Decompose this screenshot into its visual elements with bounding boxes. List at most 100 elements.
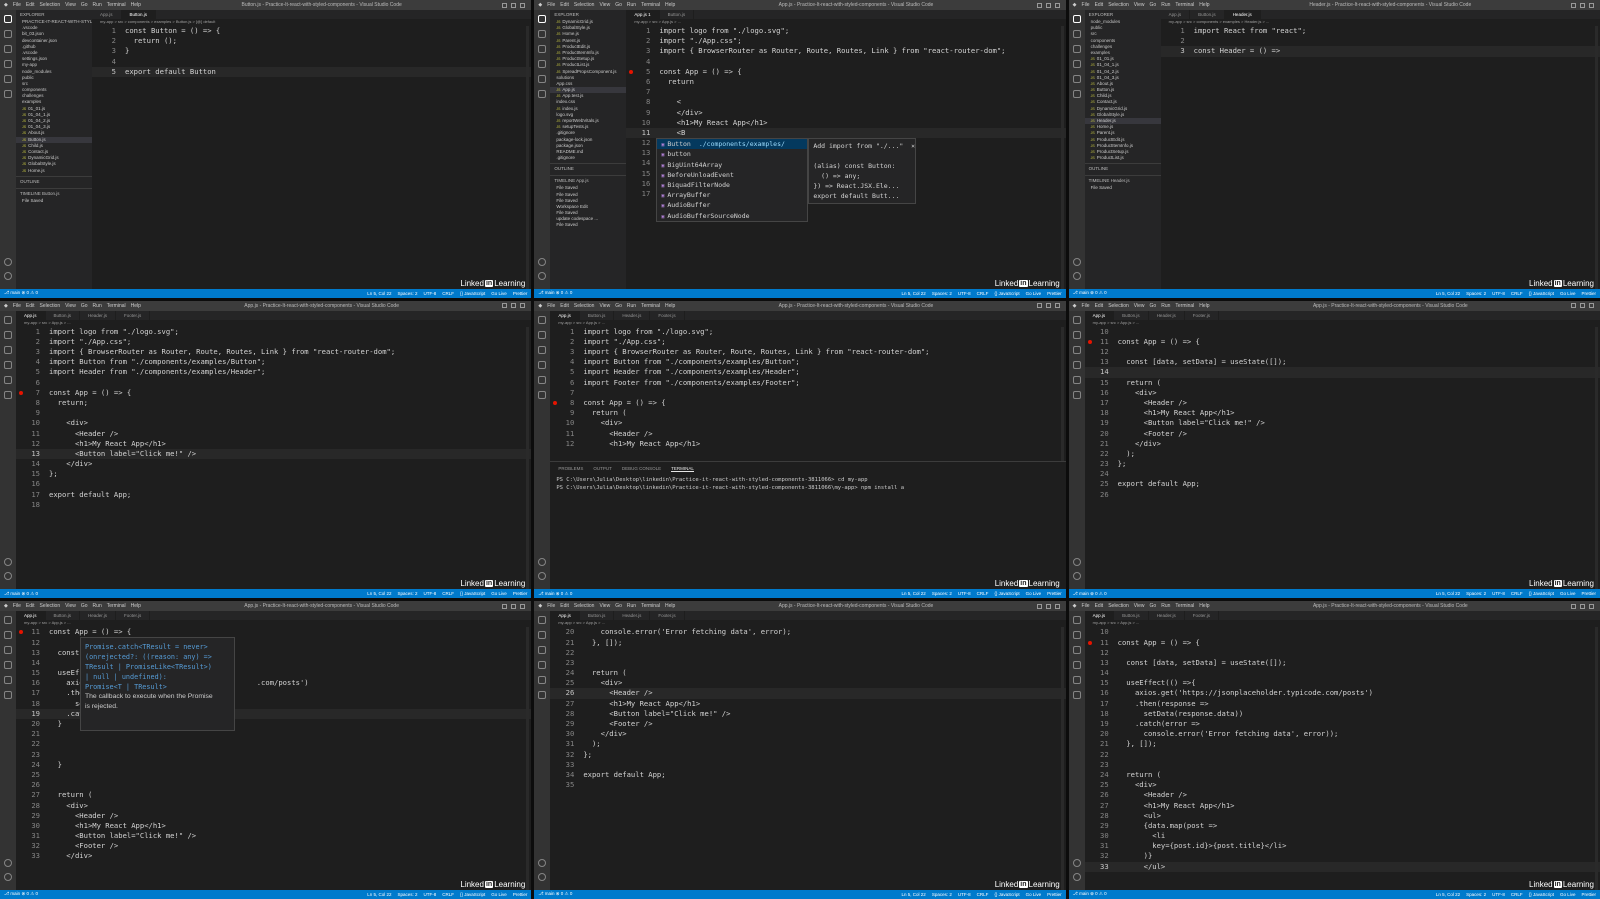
menu-item-file[interactable]: File xyxy=(1082,303,1090,309)
status-item[interactable]: UTF-8 xyxy=(1492,892,1505,897)
extensions-icon[interactable] xyxy=(4,676,12,685)
timeline-item[interactable]: File Saved xyxy=(550,222,626,228)
status-item[interactable]: {} JavaScript xyxy=(1529,591,1554,596)
menu-item-edit[interactable]: Edit xyxy=(1095,2,1104,8)
minimize-icon[interactable] xyxy=(1036,603,1042,609)
status-item[interactable]: Spaces: 2 xyxy=(1466,591,1486,596)
menu-item-run[interactable]: Run xyxy=(93,303,102,309)
status-item[interactable]: {} JavaScript xyxy=(460,291,485,296)
sidebar-section-header[interactable]: TIMELINE App.js xyxy=(550,175,627,185)
status-item[interactable]: Prettier xyxy=(1581,291,1596,296)
menu-item-help[interactable]: Help xyxy=(1199,603,1209,609)
editor-tab[interactable]: Header.js xyxy=(80,611,117,621)
minimize-icon[interactable] xyxy=(502,303,508,309)
status-item[interactable]: {} JavaScript xyxy=(460,892,485,897)
status-item[interactable]: Ln 5, Col 22 xyxy=(902,591,926,596)
manage-gear-icon[interactable] xyxy=(538,872,547,881)
status-item[interactable]: Go Live xyxy=(1026,291,1042,296)
close-icon[interactable] xyxy=(1588,603,1594,609)
status-item[interactable]: Ln 5, Col 22 xyxy=(1436,591,1460,596)
menu-item-terminal[interactable]: Terminal xyxy=(1175,603,1194,609)
account-icon[interactable] xyxy=(4,558,12,567)
menu-item-help[interactable]: Help xyxy=(665,303,675,309)
menu-item-view[interactable]: View xyxy=(599,603,610,609)
vertical-scrollbar[interactable] xyxy=(526,326,530,590)
editor-tab[interactable]: Footer.js xyxy=(1185,611,1219,621)
menu-item-terminal[interactable]: Terminal xyxy=(1175,303,1194,309)
extensions-icon[interactable] xyxy=(4,375,12,384)
breakpoint-icon[interactable] xyxy=(19,390,23,395)
suggestion-item[interactable]: ArrayBuffer xyxy=(657,190,807,200)
status-item[interactable]: UTF-8 xyxy=(958,892,971,897)
manage-gear-icon[interactable] xyxy=(1072,572,1081,581)
editor-tab[interactable]: App.js xyxy=(1084,611,1115,621)
remote-explorer-icon[interactable] xyxy=(538,691,547,700)
menu-item-run[interactable]: Run xyxy=(1161,603,1170,609)
status-item[interactable]: Prettier xyxy=(1047,591,1062,596)
editor-tab[interactable]: App.js xyxy=(1161,10,1191,19)
vertical-scrollbar[interactable] xyxy=(1594,326,1598,590)
menu-item-selection[interactable]: Selection xyxy=(1108,303,1129,309)
close-icon[interactable] xyxy=(1054,2,1060,8)
menu-item-file[interactable]: File xyxy=(547,303,555,309)
status-branch[interactable]: ⎇ main ⊗ 0 ⚠ 0 xyxy=(4,591,38,597)
remote-explorer-icon[interactable] xyxy=(538,390,547,399)
code-editor[interactable]: 20 console.error('Error fetching data', … xyxy=(550,627,1066,890)
maximize-icon[interactable] xyxy=(511,603,517,609)
status-item[interactable]: Ln 5, Col 22 xyxy=(902,892,926,897)
account-icon[interactable] xyxy=(4,858,12,867)
editor-tab[interactable]: Button.js xyxy=(1114,611,1149,621)
panel-tab[interactable]: PROBLEMS xyxy=(558,466,583,472)
close-icon[interactable] xyxy=(520,2,526,8)
timeline-item[interactable]: File Saved xyxy=(1085,185,1161,191)
menu-item-run[interactable]: Run xyxy=(1161,2,1170,8)
manage-gear-icon[interactable] xyxy=(4,271,12,280)
sidebar-section-header[interactable]: TIMELINE Button.js xyxy=(16,187,92,198)
status-item[interactable]: Go Live xyxy=(491,892,507,897)
source-control-icon[interactable] xyxy=(1072,646,1081,655)
status-item[interactable]: Spaces: 2 xyxy=(932,591,952,596)
status-item[interactable]: Prettier xyxy=(1047,291,1062,296)
menu-item-edit[interactable]: Edit xyxy=(560,603,569,609)
menu-item-selection[interactable]: Selection xyxy=(1108,603,1129,609)
vertical-scrollbar[interactable] xyxy=(1594,627,1598,890)
run-debug-icon[interactable] xyxy=(4,360,12,369)
editor-tab[interactable]: Button.js xyxy=(580,611,615,621)
status-item[interactable]: Prettier xyxy=(513,291,528,296)
timeline-item[interactable]: File Saved xyxy=(16,198,92,204)
maximize-icon[interactable] xyxy=(1045,603,1051,609)
editor-tab[interactable]: Button.js xyxy=(660,10,695,19)
remote-explorer-icon[interactable] xyxy=(4,90,12,98)
file-tree-item[interactable]: ProductList.js xyxy=(1085,155,1161,161)
maximize-icon[interactable] xyxy=(1579,2,1585,8)
menu-item-edit[interactable]: Edit xyxy=(560,2,569,8)
minimize-icon[interactable] xyxy=(1570,303,1576,309)
maximize-icon[interactable] xyxy=(1045,303,1051,309)
extensions-icon[interactable] xyxy=(538,75,547,83)
editor-tab[interactable]: Button.js xyxy=(1114,310,1149,320)
source-control-icon[interactable] xyxy=(4,646,12,655)
status-item[interactable]: Go Live xyxy=(1026,591,1042,596)
maximize-icon[interactable] xyxy=(1579,303,1585,309)
extensions-icon[interactable] xyxy=(1072,75,1081,83)
editor-tab[interactable]: Header.js xyxy=(80,310,117,320)
status-item[interactable]: Prettier xyxy=(1581,892,1596,897)
extensions-icon[interactable] xyxy=(538,375,547,384)
menu-item-file[interactable]: File xyxy=(13,603,21,609)
menu-item-go[interactable]: Go xyxy=(81,603,88,609)
editor-tab[interactable]: Footer.js xyxy=(116,310,151,320)
run-debug-icon[interactable] xyxy=(538,360,547,369)
editor-tab[interactable]: Button.js xyxy=(121,10,157,19)
menu-item-go[interactable]: Go xyxy=(615,303,622,309)
code-editor[interactable]: 1 import logo from "./logo.svg"; 2 import "… xyxy=(550,327,1065,469)
status-item[interactable]: {} JavaScript xyxy=(1529,291,1554,296)
menu-item-run[interactable]: Run xyxy=(627,2,636,8)
menu-item-edit[interactable]: Edit xyxy=(560,303,569,309)
status-item[interactable]: CRLF xyxy=(442,892,454,897)
menu-item-selection[interactable]: Selection xyxy=(40,2,61,8)
sidebar-section-header[interactable]: TIMELINE Header.js xyxy=(1084,175,1161,185)
status-item[interactable]: {} JavaScript xyxy=(994,892,1019,897)
editor-tab[interactable]: Footer.js xyxy=(1185,310,1219,320)
maximize-icon[interactable] xyxy=(1579,603,1585,609)
status-item[interactable]: UTF-8 xyxy=(1492,591,1505,596)
